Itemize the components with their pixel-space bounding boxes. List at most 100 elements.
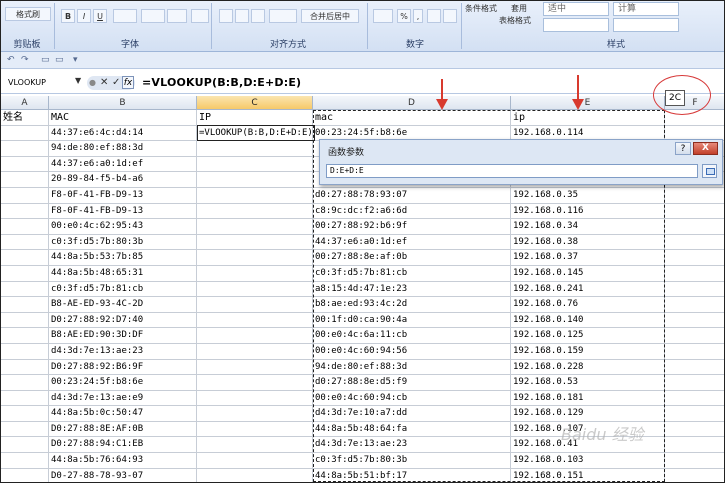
cell-f[interactable] bbox=[665, 219, 724, 235]
chevron-down-icon[interactable]: ▼ bbox=[75, 76, 81, 85]
cell-d[interactable]: 44:8a:5b:48:64:fa bbox=[313, 421, 511, 438]
cell-e[interactable]: 192.168.0.151 bbox=[511, 468, 665, 482]
new-doc-icon[interactable]: ▭ bbox=[41, 55, 50, 65]
cell-a[interactable] bbox=[1, 187, 49, 204]
indent-button[interactable] bbox=[269, 9, 297, 23]
cell-b[interactable]: 44:37:e6:a0:1d:ef bbox=[49, 156, 197, 173]
cell-a[interactable] bbox=[1, 375, 49, 391]
cell-e[interactable]: 192.168.0.159 bbox=[511, 343, 665, 360]
cell-b[interactable]: B8:AE:ED:90:3D:DF bbox=[49, 328, 197, 344]
bold-button[interactable]: B bbox=[61, 9, 75, 23]
cell-b[interactable]: c0:3f:d5:7b:81:cb bbox=[49, 281, 197, 298]
cell-e[interactable]: 192.168.0.241 bbox=[511, 281, 665, 298]
cell-b[interactable]: d4:3d:7e:13:ae:23 bbox=[49, 343, 197, 360]
cell-c[interactable] bbox=[197, 406, 313, 422]
cell-d[interactable]: d4:3d:7e:13:ae:23 bbox=[313, 437, 511, 454]
cell-a[interactable] bbox=[1, 453, 49, 469]
cell-a[interactable] bbox=[1, 141, 49, 157]
cell-e[interactable]: 192.168.0.129 bbox=[511, 406, 665, 422]
cell-c[interactable] bbox=[197, 375, 313, 391]
cell-d[interactable]: c0:3f:d5:7b:80:3b bbox=[313, 453, 511, 469]
cell-b[interactable]: D0-27-88-78-93-07 bbox=[49, 468, 197, 482]
cell-e[interactable]: 192.168.0.140 bbox=[511, 312, 665, 329]
cell-b[interactable]: B8-AE-ED-93-4C-2D bbox=[49, 297, 197, 313]
cell-c[interactable] bbox=[197, 172, 313, 188]
cell-c[interactable] bbox=[197, 328, 313, 344]
cell-e[interactable]: 192.168.0.125 bbox=[511, 328, 665, 344]
fill-color-button[interactable] bbox=[141, 9, 165, 23]
customize-icon[interactable]: ▾ bbox=[73, 55, 78, 65]
enter-formula-icon[interactable]: ✓ bbox=[112, 76, 120, 90]
cell-c[interactable] bbox=[197, 234, 313, 251]
cell-d[interactable]: 94:de:80:ef:88:3d bbox=[313, 359, 511, 376]
cell-a[interactable] bbox=[1, 390, 49, 407]
cell-b[interactable]: 00:23:24:5f:b8:6e bbox=[49, 375, 197, 391]
phonetic-button[interactable] bbox=[191, 9, 209, 23]
cell-c[interactable] bbox=[197, 359, 313, 376]
cell-b[interactable]: 44:37:e6:4c:d4:14 bbox=[49, 125, 197, 142]
cell-c[interactable] bbox=[197, 312, 313, 329]
cell-d[interactable]: d0:27:88:8e:d5:f9 bbox=[313, 375, 511, 391]
cell-e[interactable]: 192.168.0.53 bbox=[511, 375, 665, 391]
cell-c[interactable] bbox=[197, 437, 313, 454]
format-painter-button[interactable]: 格式刷 bbox=[5, 7, 51, 21]
cell-a[interactable] bbox=[1, 219, 49, 235]
cell-e[interactable]: 192.168.0.181 bbox=[511, 390, 665, 407]
cell-a[interactable] bbox=[1, 421, 49, 438]
cell-a[interactable]: 姓名 bbox=[1, 110, 49, 126]
percent-button[interactable]: % bbox=[397, 9, 411, 23]
open-icon[interactable]: ▭ bbox=[55, 55, 64, 65]
cell-f[interactable] bbox=[665, 344, 724, 360]
cell-c[interactable] bbox=[197, 250, 313, 266]
cell-a[interactable] bbox=[1, 172, 49, 188]
cell-b[interactable]: D0:27:88:94:C1:EB bbox=[49, 437, 197, 454]
style-cell-2[interactable] bbox=[543, 18, 609, 32]
cell-b[interactable]: 94:de:80:ef:88:3d bbox=[49, 141, 197, 157]
underline-button[interactable]: U bbox=[93, 9, 107, 23]
undo-icon[interactable]: ↶ bbox=[7, 55, 15, 65]
cell-f[interactable] bbox=[665, 453, 724, 469]
align-right-button[interactable] bbox=[251, 9, 265, 23]
cell-a[interactable] bbox=[1, 297, 49, 313]
cell-e[interactable]: 192.168.0.116 bbox=[511, 203, 665, 220]
merge-center-button[interactable]: 合并后居中 bbox=[301, 9, 359, 23]
cell-f[interactable] bbox=[665, 469, 724, 482]
cell-b[interactable]: D0:27:88:92:D7:40 bbox=[49, 312, 197, 329]
cell-d[interactable]: c0:3f:d5:7b:81:cb bbox=[313, 265, 511, 282]
format-as-table-button[interactable]: 套用 bbox=[511, 3, 527, 14]
cell-f[interactable] bbox=[665, 250, 724, 266]
italic-button[interactable]: I bbox=[77, 9, 91, 23]
cell-d[interactable]: mac bbox=[313, 110, 511, 126]
cell-c[interactable] bbox=[197, 156, 313, 173]
cell-f[interactable] bbox=[665, 422, 724, 438]
cell-a[interactable] bbox=[1, 468, 49, 482]
cell-c[interactable] bbox=[197, 390, 313, 407]
cell-e[interactable]: 192.168.0.34 bbox=[511, 219, 665, 235]
cell-e[interactable]: 192.168.0.228 bbox=[511, 359, 665, 376]
cell-a[interactable] bbox=[1, 312, 49, 329]
cell-a[interactable] bbox=[1, 343, 49, 360]
cell-f[interactable] bbox=[665, 375, 724, 391]
cell-d[interactable]: 00:e0:4c:6a:11:cb bbox=[313, 328, 511, 344]
cell-e[interactable]: 192.168.0.37 bbox=[511, 250, 665, 266]
cell-a[interactable] bbox=[1, 406, 49, 422]
cell-f[interactable] bbox=[665, 437, 724, 454]
cell-d[interactable]: 00:27:88:8e:af:0b bbox=[313, 250, 511, 266]
cell-c[interactable] bbox=[197, 421, 313, 438]
expand-dialog-icon[interactable] bbox=[702, 164, 717, 178]
cell-f[interactable] bbox=[665, 406, 724, 422]
cell-d[interactable]: 44:37:e6:a0:1d:ef bbox=[313, 234, 511, 251]
cell-e[interactable]: 192.168.0.103 bbox=[511, 453, 665, 469]
cell-a[interactable] bbox=[1, 234, 49, 251]
cell-c[interactable] bbox=[197, 187, 313, 204]
cell-f[interactable] bbox=[665, 204, 724, 220]
cell-b[interactable]: D0:27:88:92:B6:9F bbox=[49, 359, 197, 376]
cell-b[interactable]: 00:e0:4c:62:95:43 bbox=[49, 219, 197, 235]
cell-c[interactable] bbox=[197, 281, 313, 298]
cell-f[interactable] bbox=[665, 313, 724, 329]
column-header-e[interactable]: E bbox=[511, 96, 665, 110]
cell-e[interactable]: 192.168.0.76 bbox=[511, 297, 665, 313]
cell-c[interactable] bbox=[197, 297, 313, 313]
cell-b[interactable]: MAC bbox=[49, 110, 197, 126]
cell-a[interactable] bbox=[1, 359, 49, 376]
